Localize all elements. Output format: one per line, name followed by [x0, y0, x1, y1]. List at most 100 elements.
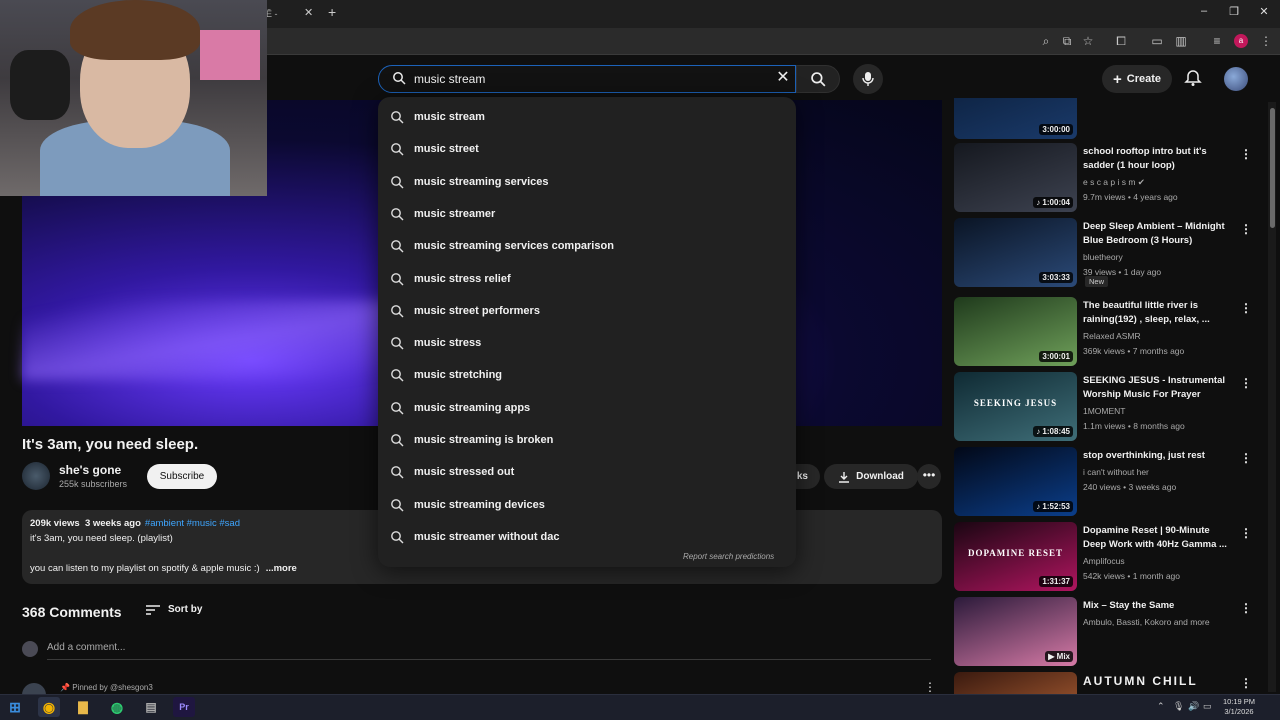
- recommended-title[interactable]: Mix – Stay the Same: [1083, 599, 1233, 613]
- split-view-icon[interactable]: ▭: [1149, 33, 1165, 49]
- profile-icon[interactable]: a: [1234, 34, 1248, 48]
- search-suggestion[interactable]: music streaming devices: [390, 493, 545, 517]
- search-suggestion[interactable]: music stream: [390, 105, 485, 129]
- app-icon[interactable]: ▤: [140, 697, 162, 717]
- start-button[interactable]: ⊞: [4, 697, 26, 717]
- search-suggestion[interactable]: music streaming services comparison: [390, 234, 614, 258]
- download-button[interactable]: Download: [824, 464, 918, 489]
- recommended-title[interactable]: The beautiful little river is raining(19…: [1083, 299, 1233, 327]
- scrollbar-thumb[interactable]: [1270, 108, 1275, 228]
- video-thumbnail[interactable]: SEEKING JESUS ♪ 1:08:45: [954, 372, 1077, 441]
- more-options-icon[interactable]: ⋮: [1240, 301, 1252, 315]
- volume-icon[interactable]: 🔊: [1188, 701, 1199, 712]
- search-suggestion[interactable]: music stress: [390, 331, 481, 355]
- recommended-title[interactable]: school rooftop intro but it's sadder (1 …: [1083, 145, 1233, 173]
- recommended-video[interactable]: 3:00:01 The beautiful little river is rai…: [954, 297, 1262, 369]
- more-options-icon[interactable]: ⋮: [1240, 451, 1252, 465]
- tab-close-icon[interactable]: ✕: [304, 6, 313, 19]
- bookmark-star-icon[interactable]: ☆: [1080, 33, 1096, 49]
- search-suggestion[interactable]: music street performers: [390, 299, 540, 323]
- file-explorer-icon[interactable]: ▇: [72, 697, 94, 717]
- taskbar-clock[interactable]: 10:19 PM 3/1/2026: [1214, 697, 1264, 717]
- video-thumbnail[interactable]: 3:03:33: [954, 218, 1077, 287]
- more-options-icon[interactable]: ⋮: [1240, 147, 1252, 161]
- recommended-channel[interactable]: Relaxed ASMR: [1083, 331, 1141, 341]
- subscribe-button[interactable]: Subscribe: [147, 464, 217, 489]
- search-suggestion[interactable]: music stretching: [390, 363, 502, 387]
- search-suggestion[interactable]: music stressed out: [390, 460, 514, 484]
- chrome-app-icon[interactable]: ◉: [38, 697, 60, 717]
- notifications-bell-icon[interactable]: [1184, 69, 1202, 87]
- search-input[interactable]: [414, 70, 734, 88]
- more-actions-button[interactable]: •••: [917, 464, 941, 489]
- video-thumbnail[interactable]: ♪ 1:52:53: [954, 447, 1077, 516]
- video-thumbnail[interactable]: ▶ Mix: [954, 597, 1077, 666]
- more-options-icon[interactable]: ⋮: [1240, 601, 1252, 615]
- recommended-channel[interactable]: bluetheory: [1083, 252, 1123, 262]
- minimize-button[interactable]: –: [1190, 5, 1218, 17]
- search-icon: [391, 337, 404, 350]
- recommended-channel[interactable]: Amplifocus: [1083, 556, 1125, 566]
- add-comment-input[interactable]: Add a comment...: [47, 642, 931, 660]
- recommended-title[interactable]: stop overthinking, just rest: [1083, 449, 1233, 463]
- comment-menu-icon[interactable]: ⋮: [924, 680, 936, 694]
- microphone-tray-icon[interactable]: 🎙: [1173, 701, 1184, 712]
- recommended-video[interactable]: ▶ Mix Mix – Stay the Same Ambulo, Bassti, …: [954, 597, 1262, 669]
- voice-search-button[interactable]: [853, 64, 883, 94]
- more-options-icon[interactable]: ⋮: [1240, 376, 1252, 390]
- more-options-icon[interactable]: ⋮: [1240, 222, 1252, 236]
- channel-name[interactable]: she's gone: [59, 463, 121, 477]
- browser-menu-icon[interactable]: ⋮: [1258, 33, 1274, 49]
- account-avatar[interactable]: [1224, 67, 1248, 91]
- search-suggestion[interactable]: music street: [390, 137, 479, 161]
- close-window-button[interactable]: ✕: [1250, 5, 1278, 18]
- search-button[interactable]: [796, 65, 840, 93]
- recommended-video[interactable]: 3:00:00992k views • 8 months ago: [954, 98, 1262, 142]
- recommended-channel[interactable]: i can't without her: [1083, 467, 1149, 477]
- extensions-icon[interactable]: ⧠: [1113, 33, 1129, 49]
- search-suggestion[interactable]: music streaming apps: [390, 396, 530, 420]
- recommended-video[interactable]: ♪ 1:00:04 school rooftop intro but it's s…: [954, 143, 1262, 215]
- media-icon[interactable]: ≡: [1209, 33, 1225, 49]
- reading-list-icon[interactable]: ▥: [1173, 33, 1189, 49]
- report-predictions-link[interactable]: Report search predictions: [683, 552, 774, 561]
- search-suggestion[interactable]: music streamer without dac: [390, 525, 560, 549]
- create-button[interactable]: + Create: [1102, 65, 1172, 93]
- new-tab-button[interactable]: +: [328, 4, 336, 20]
- video-thumbnail[interactable]: [954, 672, 1077, 694]
- zoom-icon[interactable]: ⌕: [1038, 33, 1054, 49]
- search-suggestion[interactable]: music streaming services: [390, 170, 549, 194]
- video-thumbnail[interactable]: 3:00:00: [954, 98, 1077, 139]
- battery-icon[interactable]: ▭: [1203, 701, 1212, 712]
- hashtags[interactable]: #ambient #music #sad: [145, 518, 240, 529]
- recommended-video[interactable]: 3:03:33 Deep Sleep Ambient – Midnight Blu…: [954, 218, 1262, 290]
- search-suggestion[interactable]: music streaming is broken: [390, 428, 553, 452]
- recommended-channel[interactable]: Ambulo, Bassti, Kokoro and more: [1083, 617, 1210, 627]
- sort-comments-button[interactable]: Sort by: [146, 604, 202, 615]
- app-icon[interactable]: ◍: [106, 697, 128, 717]
- tray-chevron-icon[interactable]: ⌃: [1157, 701, 1165, 712]
- recommended-title[interactable]: Deep Sleep Ambient – Midnight Blue Bedro…: [1083, 220, 1233, 248]
- recommended-title[interactable]: SEEKING JESUS - Instrumental Worship Mus…: [1083, 374, 1233, 402]
- clear-search-button[interactable]: ✕: [776, 70, 790, 86]
- more-options-icon[interactable]: ⋮: [1240, 676, 1252, 690]
- premiere-pro-icon[interactable]: Pr: [173, 697, 195, 717]
- recommended-video[interactable]: DOPAMINE RESET 1:31:37 Dopamine Reset | 90…: [954, 522, 1262, 594]
- recommended-video[interactable]: AUTUMN CHILL ⋮: [954, 672, 1262, 694]
- recommended-title[interactable]: AUTUMN CHILL: [1083, 674, 1233, 688]
- video-thumbnail[interactable]: DOPAMINE RESET 1:31:37: [954, 522, 1077, 591]
- video-thumbnail[interactable]: ♪ 1:00:04: [954, 143, 1077, 212]
- recommended-channel[interactable]: e s c a p i s m ✔: [1083, 177, 1145, 188]
- more-options-icon[interactable]: ⋮: [1240, 526, 1252, 540]
- cast-icon[interactable]: ⧉: [1059, 33, 1075, 49]
- recommended-channel[interactable]: 1MOMENT: [1083, 406, 1126, 416]
- search-suggestion[interactable]: music stress relief: [390, 267, 511, 291]
- recommended-title[interactable]: Dopamine Reset | 90-Minute Deep Work wit…: [1083, 524, 1233, 552]
- search-suggestion[interactable]: music streamer: [390, 202, 495, 226]
- video-thumbnail[interactable]: 3:00:01: [954, 297, 1077, 366]
- channel-avatar[interactable]: [22, 462, 50, 490]
- show-more-link[interactable]: ...more: [266, 563, 297, 574]
- recommended-video[interactable]: SEEKING JESUS ♪ 1:08:45 SEEKING JESUS - In…: [954, 372, 1262, 444]
- maximize-button[interactable]: ❐: [1220, 5, 1248, 18]
- recommended-video[interactable]: ♪ 1:52:53 stop overthinking, just rest i c…: [954, 447, 1262, 519]
